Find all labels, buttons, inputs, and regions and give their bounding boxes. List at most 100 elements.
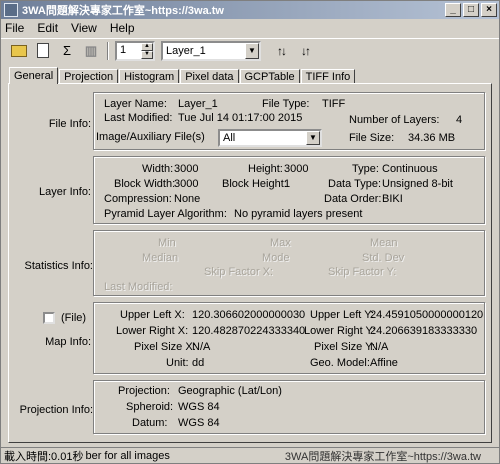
spin-down-icon[interactable]: ▼	[141, 50, 153, 59]
layer-info-label: Layer Info:	[39, 186, 91, 198]
layer-name-value: Layer_1	[178, 98, 218, 110]
status-load-time: 載入時間:0.01秒	[4, 450, 84, 463]
compression-label: Compression:	[104, 193, 172, 205]
datum-value: WGS 84	[178, 417, 220, 429]
file-checkbox[interactable]	[43, 312, 55, 324]
pixel-size-y-value: N/A	[370, 341, 389, 353]
geo-model-label: Geo. Model:	[310, 357, 370, 369]
stat-last-modified-label: Last Modified:	[104, 281, 173, 293]
upper-left-x-label: Upper Left X:	[120, 309, 185, 321]
lower-right-x-label: Lower Right X:	[116, 325, 189, 337]
geo-model-value: Affine	[370, 357, 398, 369]
tab-pixel-data[interactable]: Pixel data	[180, 69, 239, 84]
projection-value: Geographic (Lat/Lon)	[178, 385, 282, 397]
lower-right-y-label: Lower Right Y:	[304, 325, 376, 337]
width-label: Width:	[142, 163, 174, 175]
upper-left-y-label: Upper Left Y:	[310, 309, 375, 321]
upper-left-y-value: 24.4591050000000120	[370, 309, 484, 321]
file-info-group: Layer Name: Layer_1 File Type: TIFF Last…	[93, 92, 485, 150]
statistics-info-label: Statistics Info:	[24, 260, 93, 272]
last-modified-label: Last Modified:	[104, 112, 173, 124]
tab-projection[interactable]: Projection	[59, 69, 119, 84]
tab-general[interactable]: General	[9, 67, 59, 84]
pixel-size-y-label: Pixel Size Y:	[314, 341, 375, 353]
compression-value: None	[174, 193, 201, 205]
type-value: Continuous	[382, 163, 438, 175]
menu-edit[interactable]: Edit	[37, 21, 58, 35]
tab-tiff-info[interactable]: TIFF Info	[300, 69, 356, 84]
map-info-group: Upper Left X: 120.306602000000030 Upper …	[93, 302, 485, 374]
app-icon	[4, 3, 18, 17]
file-size-label: File Size:	[349, 132, 395, 144]
spin-up-icon[interactable]: ▲	[141, 42, 153, 51]
menu-view[interactable]: View	[71, 21, 97, 35]
lower-right-y-value: 24.206639183333330	[370, 325, 478, 337]
chevron-down-icon[interactable]: ▼	[245, 42, 259, 59]
projection-info-group: Projection: Geographic (Lat/Lon) Spheroi…	[93, 380, 485, 434]
stat-mode-label: Mode	[262, 252, 290, 264]
type-label: Type:	[352, 163, 379, 175]
upper-left-x-value: 120.306602000000030	[192, 309, 306, 321]
layer-select[interactable]: Layer_1 ▼	[161, 40, 261, 61]
tab-strip: General Projection Histogram Pixel data …	[9, 67, 356, 84]
height-label: Height:	[248, 163, 283, 175]
sigma-icon[interactable]: Σ	[57, 41, 77, 61]
spheroid-label: Spheroid:	[126, 401, 174, 413]
data-type-value: Unsigned 8-bit	[382, 178, 453, 190]
tab-histogram[interactable]: Histogram	[119, 69, 180, 84]
chevron-down-icon[interactable]: ▼	[306, 131, 320, 145]
block-height-label: Block Height:	[222, 178, 287, 190]
title-bar[interactable]: 3WA問題解決專家工作室~https://3wa.tw _ □ ×	[1, 1, 499, 19]
data-type-label: Data Type:	[328, 178, 381, 190]
stat-std-dev-label: Std. Dev	[362, 252, 405, 264]
aux-files-select[interactable]: All ▼	[218, 129, 322, 147]
menu-bar: File Edit View Help	[1, 19, 499, 37]
file-type-value: TIFF	[322, 98, 346, 110]
maximize-button[interactable]: □	[463, 3, 479, 17]
data-order-value: BIKI	[382, 193, 403, 205]
num-layers-label: Number of Layers:	[349, 114, 440, 126]
block-width-value: 3000	[174, 178, 199, 190]
open-folder-icon[interactable]	[9, 41, 29, 61]
stat-max-label: Max	[270, 237, 291, 249]
skip-factor-y-label: Skip Factor Y:	[328, 266, 397, 278]
general-panel: File Info: Layer Name: Layer_1 File Type…	[8, 83, 492, 443]
num-layers-value: 4	[456, 114, 463, 126]
pixel-size-x-label: Pixel Size X:	[134, 341, 196, 353]
pyramid-label: Pyramid Layer Algorithm:	[104, 208, 227, 220]
data-order-label: Data Order:	[324, 193, 382, 205]
unit-label: Unit:	[166, 357, 189, 369]
new-document-icon[interactable]	[33, 41, 53, 61]
lower-right-x-value: 120.482870224333340	[192, 325, 306, 337]
layer-name-label: Layer Name:	[104, 98, 167, 110]
skip-factor-x-label: Skip Factor X:	[204, 266, 274, 278]
status-hint: ber for all images	[85, 449, 170, 462]
file-type-label: File Type:	[262, 98, 310, 110]
width-value: 3000	[174, 163, 199, 175]
close-button[interactable]: ×	[481, 3, 497, 17]
toolbar: Σ ▥ 1 ▲ ▼ Layer_1 ▼ ↑↓ ↓↑	[1, 38, 499, 62]
sort-ascending-icon[interactable]: ↑↓	[271, 41, 291, 61]
layer-info-group: Width: 3000 Height: 3000 Type: Continuou…	[93, 156, 485, 224]
projection-label: Projection:	[118, 385, 170, 397]
pyramid-value: No pyramid layers present	[234, 208, 363, 220]
minimize-button[interactable]: _	[445, 3, 461, 17]
tab-gcptable[interactable]: GCPTable	[239, 69, 300, 84]
height-value: 3000	[284, 163, 309, 175]
menu-help[interactable]: Help	[110, 21, 135, 35]
menu-file[interactable]: File	[5, 21, 24, 35]
last-modified-value: Tue Jul 14 01:17:00 2015	[178, 112, 303, 124]
watermark-text: 3WA問題解決專家工作室~https://3wa.tw	[284, 450, 481, 463]
histogram-icon[interactable]: ▥	[81, 41, 101, 61]
window-title: 3WA問題解決專家工作室~https://3wa.tw	[22, 5, 224, 17]
image-info-window: 3WA問題解決專家工作室~https://3wa.tw _ □ × File E…	[0, 0, 500, 464]
status-bar: 載入時間:0.01秒 ber for all images 3WA問題解決專家工…	[1, 447, 499, 463]
block-width-label: Block Width:	[114, 178, 176, 190]
file-checkbox-label: (File)	[61, 312, 87, 324]
band-spinner[interactable]: 1 ▲ ▼	[115, 40, 155, 61]
block-height-value: 1	[284, 178, 291, 190]
datum-label: Datum:	[132, 417, 168, 429]
aux-files-label: Image/Auxiliary File(s)	[96, 131, 205, 143]
stat-mean-label: Mean	[370, 237, 398, 249]
sort-descending-icon[interactable]: ↓↑	[295, 41, 315, 61]
